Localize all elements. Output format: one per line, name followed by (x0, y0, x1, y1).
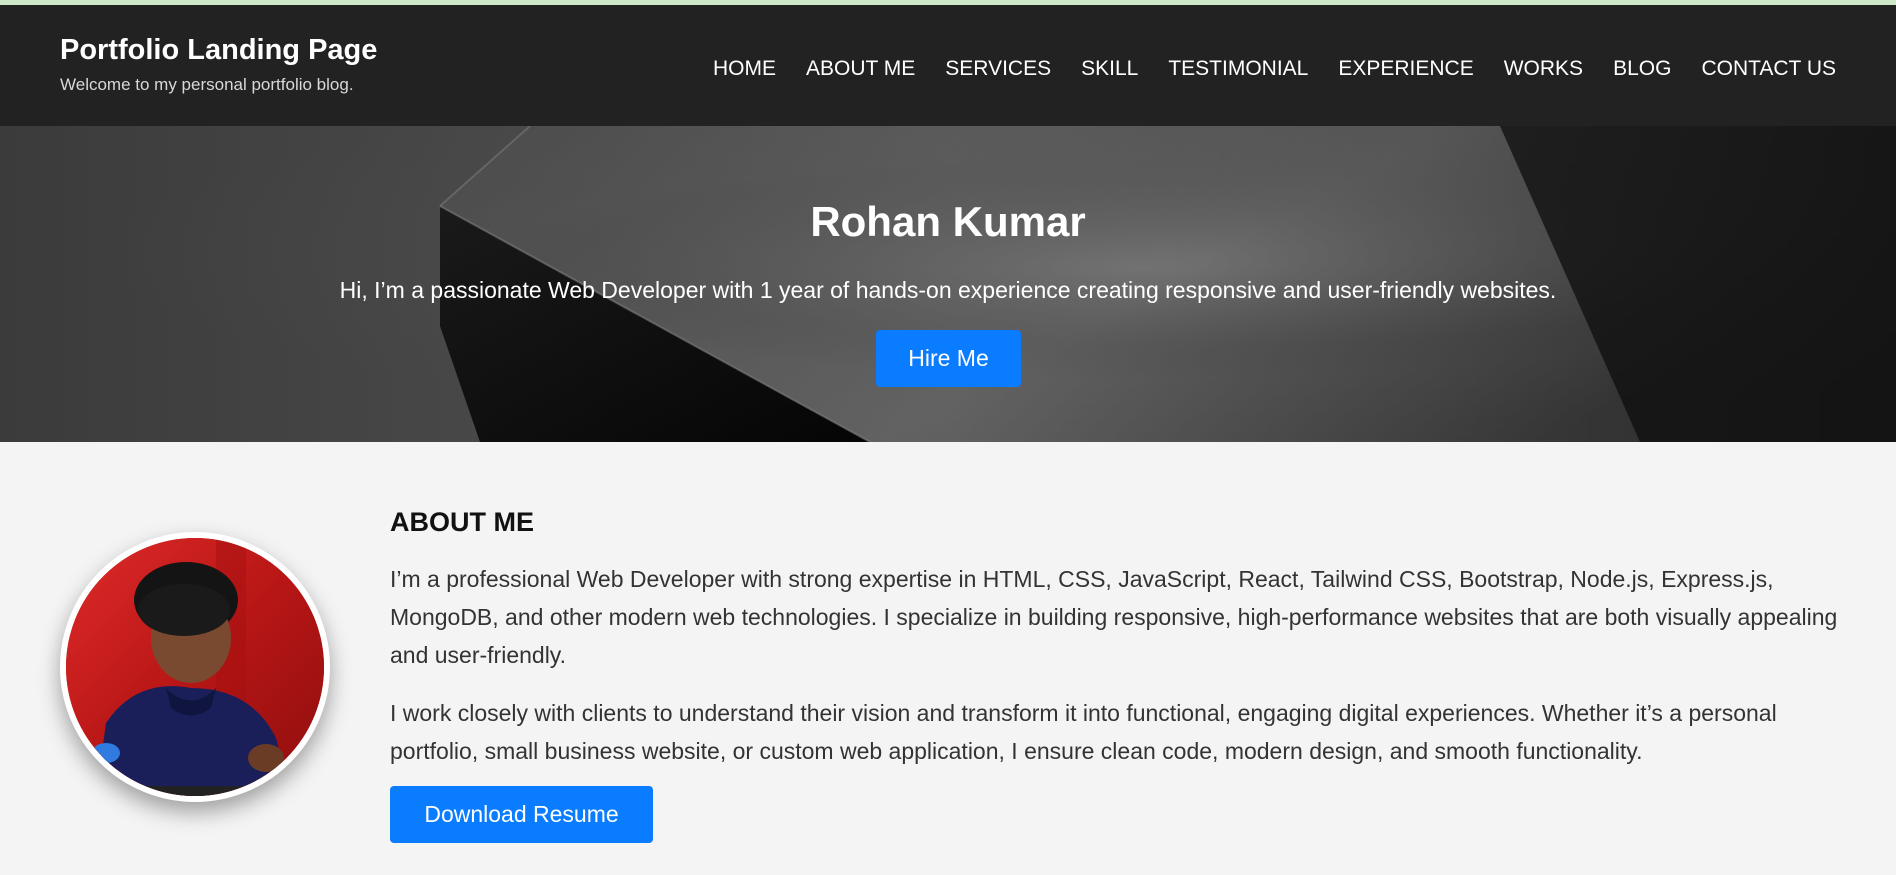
site-header: Portfolio Landing Page Welcome to my per… (0, 5, 1896, 126)
nav-item-home[interactable]: HOME (713, 56, 776, 82)
hero-intro: Hi, I’m a passionate Web Developer with … (339, 277, 1557, 303)
hero-name: Rohan Kumar (810, 198, 1086, 245)
about-text: ABOUT ME I’m a professional Web Develope… (390, 506, 1840, 843)
about-paragraph-2: I work closely with clients to understan… (390, 700, 1777, 764)
nav-item-testimonial[interactable]: TESTIMONIAL (1168, 56, 1308, 82)
about-heading: ABOUT ME (390, 507, 534, 537)
avatar (60, 532, 330, 802)
brand: Portfolio Landing Page Welcome to my per… (60, 33, 377, 95)
about-paragraph-1: I’m a professional Web Developer with st… (390, 566, 1838, 668)
about-section: ABOUT ME I’m a professional Web Develope… (0, 442, 1896, 875)
hero-section: Rohan Kumar Hi, I’m a passionate Web Dev… (0, 126, 1896, 442)
nav-item-services[interactable]: SERVICES (945, 56, 1051, 82)
site-tagline: Welcome to my personal portfolio blog. (60, 75, 354, 94)
nav-item-works[interactable]: WORKS (1504, 56, 1583, 82)
nav-item-experience[interactable]: EXPERIENCE (1338, 56, 1473, 82)
site-title[interactable]: Portfolio Landing Page (60, 33, 377, 67)
hire-me-button[interactable]: Hire Me (876, 330, 1021, 387)
download-resume-button[interactable]: Download Resume (390, 786, 653, 843)
nav-item-about-me[interactable]: ABOUT ME (806, 56, 915, 82)
nav-item-blog[interactable]: BLOG (1613, 56, 1671, 82)
profile-photo-icon (66, 538, 324, 796)
nav-item-skill[interactable]: SKILL (1081, 56, 1138, 82)
nav-item-contact-us[interactable]: CONTACT US (1701, 56, 1836, 82)
main-nav: HOME ABOUT ME SERVICES SKILL TESTIMONIAL… (683, 56, 1836, 82)
